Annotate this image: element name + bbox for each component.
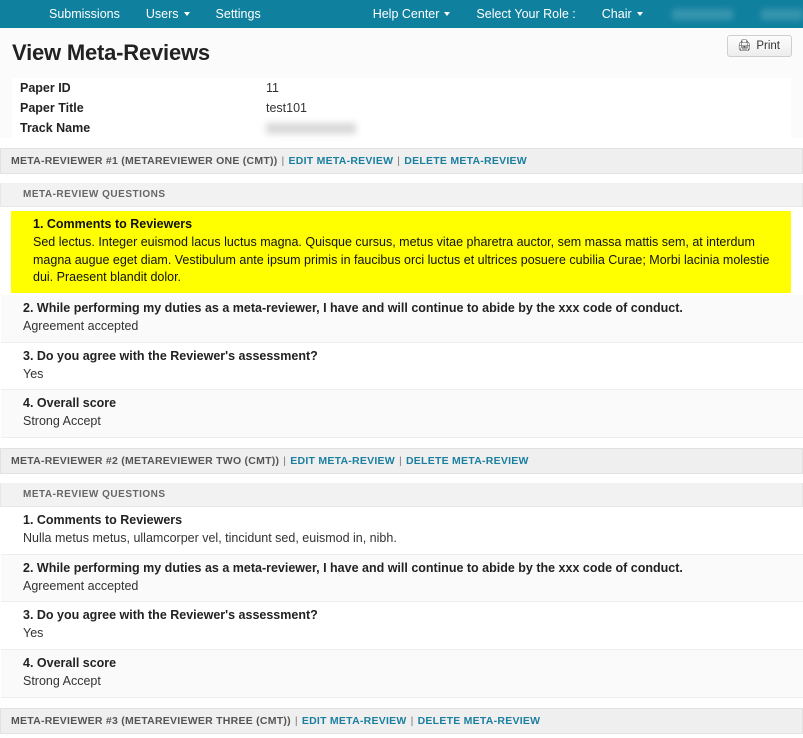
- question-answer-row: 2. While performing my duties as a meta-…: [1, 554, 803, 603]
- printer-icon: 🖨: [737, 39, 752, 52]
- question-answer-row: 4. Overall score Strong Accept: [1, 390, 803, 438]
- redacted-nav-item-1: [671, 8, 733, 20]
- page-header: View Meta-Reviews 🖨 Print Paper ID 11 Pape…: [0, 28, 803, 138]
- edit-meta-review-link[interactable]: EDIT META-REVIEW: [290, 455, 395, 467]
- meta-reviewer-section: META-REVIEWER #3 (METAREVIEWER THREE (CM…: [0, 707, 803, 738]
- separator: |: [294, 714, 298, 727]
- question-answer-row: 4. Overall score Strong Accept: [1, 649, 803, 698]
- chevron-down-icon: [636, 12, 643, 16]
- meta-review-questions-header: META-REVIEW QUESTIONS: [0, 483, 803, 507]
- top-navigation-bar: Submissions Users Settings Help Center Sele…: [0, 0, 803, 28]
- question-text: 4. Overall score: [23, 655, 117, 670]
- nav-item-label: Settings: [215, 7, 261, 21]
- meta-reviewer-header: META-REVIEWER #1 (METAREVIEWER ONE (CMT)…: [0, 148, 803, 174]
- question-text: 3. Do you agree with the Reviewer's asse…: [23, 348, 318, 363]
- meta-review-questions-header: META-REVIEW QUESTIONS: [0, 183, 803, 207]
- nav-item-label: Help Center: [372, 7, 440, 21]
- edit-meta-review-link[interactable]: EDIT META-REVIEW: [289, 155, 394, 167]
- question-text: 3. Do you agree with the Reviewer's asse…: [23, 608, 318, 623]
- answer-text: Yes: [23, 626, 44, 641]
- paper-info-value: test101: [266, 101, 308, 115]
- page-title: View Meta-Reviews: [12, 40, 210, 65]
- redacted-nav-item-2: [760, 8, 803, 20]
- meta-reviewer-section: META-REVIEWER #2 (METAREVIEWER TWO (CMT)…: [0, 448, 803, 698]
- nav-item-label: Submissions: [49, 7, 120, 21]
- answer-text: Strong Accept: [23, 673, 101, 688]
- nav-item-chair[interactable]: Chair: [589, 0, 656, 28]
- meta-reviewer-title: META-REVIEWER #1 (METAREVIEWER ONE (CMT)…: [11, 155, 278, 167]
- chevron-down-icon: [444, 12, 451, 16]
- paper-info-value: [266, 118, 791, 138]
- question-text: 2. While performing my duties as a meta-…: [23, 560, 683, 575]
- nav-item-label: Select Your Role :: [476, 7, 576, 21]
- nav-item-label: Users: [145, 7, 179, 21]
- question-text: 1. Comments to Reviewers: [33, 217, 193, 231]
- nav-item-select-your-role[interactable]: Select Your Role :: [463, 0, 588, 28]
- answer-text: Strong Accept: [23, 414, 101, 429]
- separator: |: [283, 455, 287, 467]
- nav-left-group: Submissions Users Settings: [0, 0, 274, 28]
- question-answer-list: 1. Comments to Reviewers Sed lectus. Inte…: [0, 211, 803, 438]
- answer-text: Sed lectus. Integer euismod lacus luctus…: [33, 234, 770, 285]
- paper-info-row: Track Name: [12, 118, 791, 138]
- nav-item-help-center[interactable]: Help Center: [360, 0, 464, 28]
- separator: |: [410, 714, 414, 727]
- paper-info-table: Paper ID 11 Paper Title test101 Track Name: [12, 78, 791, 138]
- question-answer-row: 2. While performing my duties as a meta-…: [1, 295, 803, 343]
- nav-item-users[interactable]: Users: [133, 0, 203, 28]
- redacted-value: [266, 123, 356, 135]
- answer-text: Nulla metus metus, ullamcorper vel, tinc…: [23, 530, 397, 545]
- question-answer-row-highlighted: 1. Comments to Reviewers Sed lectus. Inte…: [11, 211, 791, 294]
- delete-meta-review-link[interactable]: DELETE META-REVIEW: [406, 455, 529, 467]
- paper-info-row: Paper Title test101: [12, 98, 791, 118]
- edit-meta-review-link[interactable]: EDIT META-REVIEW: [302, 715, 407, 727]
- question-text: 4. Overall score: [23, 396, 117, 411]
- paper-info-value: 11: [266, 81, 279, 95]
- delete-meta-review-link[interactable]: DELETE META-REVIEW: [404, 155, 527, 167]
- meta-reviewer-header: META-REVIEWER #2 (METAREVIEWER TWO (CMT)…: [0, 448, 803, 474]
- meta-review-sections: META-REVIEWER #1 (METAREVIEWER ONE (CMT)…: [0, 148, 803, 738]
- nav-item-label: Chair: [601, 7, 632, 21]
- separator: |: [281, 155, 285, 167]
- answer-text: Agreement accepted: [23, 578, 139, 593]
- separator: |: [397, 155, 401, 167]
- paper-info-label: Track Name: [20, 121, 91, 135]
- nav-item-submissions[interactable]: Submissions: [36, 0, 133, 28]
- delete-meta-review-link[interactable]: DELETE META-REVIEW: [418, 715, 541, 727]
- meta-reviewer-title: META-REVIEWER #2 (METAREVIEWER TWO (CMT)…: [11, 455, 280, 467]
- chevron-down-icon: [183, 12, 190, 16]
- paper-info-label: Paper Title: [20, 101, 84, 115]
- paper-info-row: Paper ID 11: [12, 78, 791, 98]
- question-text: 1. Comments to Reviewers: [23, 513, 183, 527]
- answer-text: Agreement accepted: [23, 319, 139, 333]
- nav-right-group: Help Center Select Your Role : Chair: [360, 0, 656, 28]
- separator: |: [398, 455, 402, 467]
- question-answer-list: 1. Comments to Reviewers Nulla metus metu…: [0, 507, 803, 698]
- answer-text: Yes: [23, 366, 44, 381]
- question-text: 2. While performing my duties as a meta-…: [23, 301, 683, 316]
- paper-info-label: Paper ID: [20, 81, 71, 95]
- print-button-label: Print: [756, 40, 780, 52]
- meta-reviewer-title: META-REVIEWER #3 (METAREVIEWER THREE (CM…: [11, 714, 291, 727]
- meta-reviewer-header: META-REVIEWER #3 (METAREVIEWER THREE (CM…: [0, 707, 803, 734]
- question-answer-row: 1. Comments to Reviewers Nulla metus metu…: [1, 507, 803, 555]
- question-answer-row: 3. Do you agree with the Reviewer's asse…: [1, 602, 803, 650]
- question-answer-row: 3. Do you agree with the Reviewer's asse…: [1, 342, 803, 391]
- meta-reviewer-section: META-REVIEWER #1 (METAREVIEWER ONE (CMT)…: [0, 148, 803, 438]
- nav-item-settings[interactable]: Settings: [203, 0, 274, 28]
- print-button[interactable]: 🖨 Print: [727, 35, 792, 57]
